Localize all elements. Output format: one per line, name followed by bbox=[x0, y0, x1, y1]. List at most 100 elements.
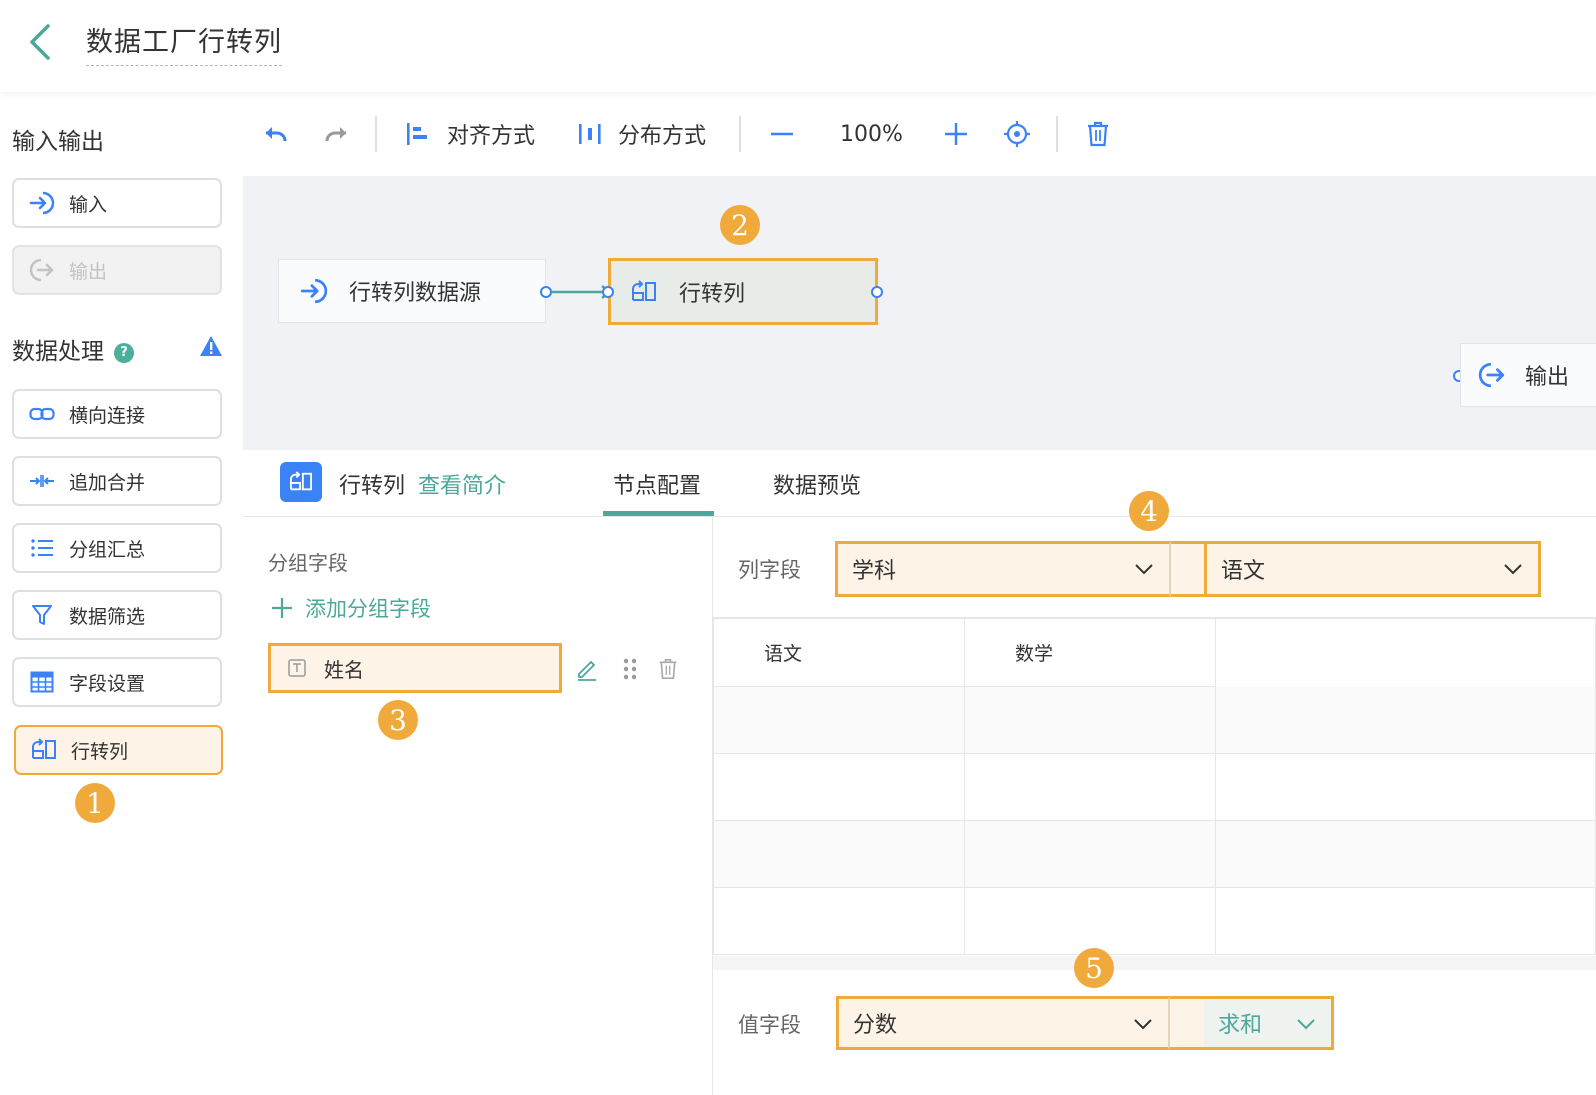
table-row bbox=[713, 686, 1596, 754]
redo-button[interactable] bbox=[323, 116, 349, 152]
header-bar: 数据工厂行转列 bbox=[0, 0, 1596, 92]
filter-icon bbox=[28, 601, 56, 629]
undo-button[interactable] bbox=[263, 116, 289, 152]
sidebar: 输入输出 输入 输出 数据处理? 横向连接 追加合并 分组汇总 数据筛选 字段设… bbox=[0, 92, 243, 1095]
locate-button[interactable] bbox=[1003, 116, 1031, 152]
group-field-title: 分组字段 bbox=[268, 551, 348, 575]
chevron-down-icon bbox=[1134, 1019, 1152, 1030]
node-row-to-column[interactable]: 行转列 bbox=[608, 258, 878, 325]
column-value-text: 语文 bbox=[1221, 559, 1266, 584]
minus-icon bbox=[771, 132, 793, 136]
sidebar-item-row-to-column[interactable]: 行转列 bbox=[14, 725, 223, 775]
add-group-field-button[interactable]: 添加分组字段 bbox=[271, 593, 431, 623]
step-badge-1: 1 bbox=[75, 783, 115, 823]
align-label: 对齐方式 bbox=[447, 124, 536, 149]
output-arrow-icon bbox=[1477, 360, 1507, 390]
aggregate-select[interactable]: 求和 bbox=[1204, 996, 1334, 1050]
warning-icon[interactable] bbox=[199, 335, 223, 361]
page-title[interactable]: 数据工厂行转列 bbox=[86, 20, 282, 66]
add-group-field-label: 添加分组字段 bbox=[305, 597, 431, 621]
sidebar-item-input[interactable]: 输入 bbox=[12, 178, 222, 228]
step-badge-2: 2 bbox=[720, 205, 760, 245]
table-header-row: 语文 数学 bbox=[713, 618, 1596, 687]
section-title-processing: 数据处理? bbox=[12, 332, 134, 366]
value-field-text: 分数 bbox=[853, 1013, 898, 1038]
plus-icon bbox=[272, 598, 292, 618]
sidebar-item-data-filter[interactable]: 数据筛选 bbox=[12, 590, 222, 640]
sidebar-item-label: 输入 bbox=[69, 193, 108, 216]
output-port[interactable] bbox=[871, 286, 883, 298]
trash-icon bbox=[1088, 121, 1108, 147]
toolbar: 对齐方式 分布方式 100% bbox=[243, 92, 1596, 176]
chevron-down-icon bbox=[1504, 564, 1522, 575]
table-icon bbox=[28, 668, 56, 696]
table-row bbox=[713, 887, 1596, 955]
link-icon bbox=[28, 400, 56, 428]
align-left-icon bbox=[407, 123, 427, 145]
column-header: 数学 bbox=[964, 618, 1216, 687]
node-label: 行转列数据源 bbox=[349, 281, 482, 306]
column-value-panel: 列字段 学科 语文 语文 数学 值字段 分数 求和 bbox=[713, 517, 1596, 1095]
chevron-down-icon bbox=[1297, 1019, 1315, 1030]
sidebar-item-horizontal-join[interactable]: 横向连接 bbox=[12, 389, 222, 439]
sidebar-item-output: 输出 bbox=[12, 245, 222, 295]
tab-node-config[interactable]: 节点配置 bbox=[613, 468, 701, 500]
sidebar-item-field-settings[interactable]: 字段设置 bbox=[12, 657, 222, 707]
config-tabbar: 行转列 查看简介 节点配置 数据预览 bbox=[243, 450, 1596, 517]
undo-icon bbox=[266, 127, 287, 142]
node-name: 行转列 bbox=[339, 474, 406, 499]
column-field-select[interactable]: 学科 bbox=[835, 541, 1171, 597]
input-arrow-icon bbox=[28, 189, 56, 217]
group-field-item[interactable]: 姓名 bbox=[268, 643, 562, 693]
section-gap bbox=[713, 956, 1596, 970]
merge-icon bbox=[28, 467, 56, 495]
step-badge-3: 3 bbox=[378, 700, 418, 740]
crosshair-icon bbox=[1004, 121, 1030, 147]
toolbar-divider bbox=[739, 116, 741, 152]
value-field-select[interactable]: 分数 bbox=[836, 996, 1170, 1050]
column-header: 语文 bbox=[713, 618, 965, 687]
group-field-panel: 分组字段 添加分组字段 姓名 bbox=[243, 517, 713, 1095]
tab-data-preview[interactable]: 数据预览 bbox=[773, 468, 861, 500]
back-arrow-icon[interactable] bbox=[22, 20, 62, 64]
step-badge-4: 4 bbox=[1129, 491, 1169, 531]
sidebar-item-append-merge[interactable]: 追加合并 bbox=[12, 456, 222, 506]
node-data-source[interactable]: 行转列数据源 bbox=[278, 259, 546, 323]
distribute-button[interactable]: 分布方式 bbox=[576, 116, 706, 152]
distribute-label: 分布方式 bbox=[618, 124, 707, 149]
table-row bbox=[713, 753, 1596, 821]
text-field-icon bbox=[288, 659, 306, 677]
column-field-value: 学科 bbox=[852, 559, 897, 584]
sidebar-item-label: 字段设置 bbox=[69, 672, 146, 695]
delete-button[interactable] bbox=[1086, 116, 1110, 152]
list-icon bbox=[28, 534, 56, 562]
column-field-label: 列字段 bbox=[738, 558, 801, 582]
columns-table: 语文 数学 bbox=[713, 618, 1596, 955]
section-title-text: 数据处理 bbox=[12, 339, 104, 365]
trash-icon[interactable] bbox=[658, 658, 678, 684]
sidebar-item-label: 分组汇总 bbox=[69, 538, 146, 561]
value-field-label: 值字段 bbox=[738, 1013, 801, 1037]
sidebar-item-label: 数据筛选 bbox=[69, 605, 146, 628]
edit-icon[interactable] bbox=[576, 657, 598, 685]
pivot-icon bbox=[629, 277, 659, 307]
node-output[interactable]: 输出 bbox=[1460, 343, 1596, 407]
sidebar-item-label: 追加合并 bbox=[69, 471, 146, 494]
input-port[interactable] bbox=[602, 286, 614, 298]
column-value-select[interactable]: 语文 bbox=[1204, 541, 1541, 597]
pivot-icon bbox=[280, 462, 322, 502]
drag-handle-icon[interactable] bbox=[621, 657, 639, 685]
align-button[interactable]: 对齐方式 bbox=[405, 116, 535, 152]
intro-link[interactable]: 查看简介 bbox=[418, 468, 506, 500]
sidebar-item-group-summary[interactable]: 分组汇总 bbox=[12, 523, 222, 573]
toolbar-divider bbox=[375, 116, 377, 152]
sidebar-item-label: 输出 bbox=[69, 260, 108, 283]
zoom-in-button[interactable] bbox=[943, 116, 969, 152]
section-title-io: 输入输出 bbox=[12, 129, 104, 155]
distribute-icon bbox=[579, 124, 601, 144]
flow-canvas[interactable]: 行转列数据源 行转列 输出 bbox=[243, 176, 1596, 450]
output-port[interactable] bbox=[540, 286, 552, 298]
help-icon[interactable]: ? bbox=[114, 342, 134, 363]
zoom-out-button[interactable] bbox=[769, 116, 795, 152]
node-label: 行转列 bbox=[679, 281, 746, 307]
